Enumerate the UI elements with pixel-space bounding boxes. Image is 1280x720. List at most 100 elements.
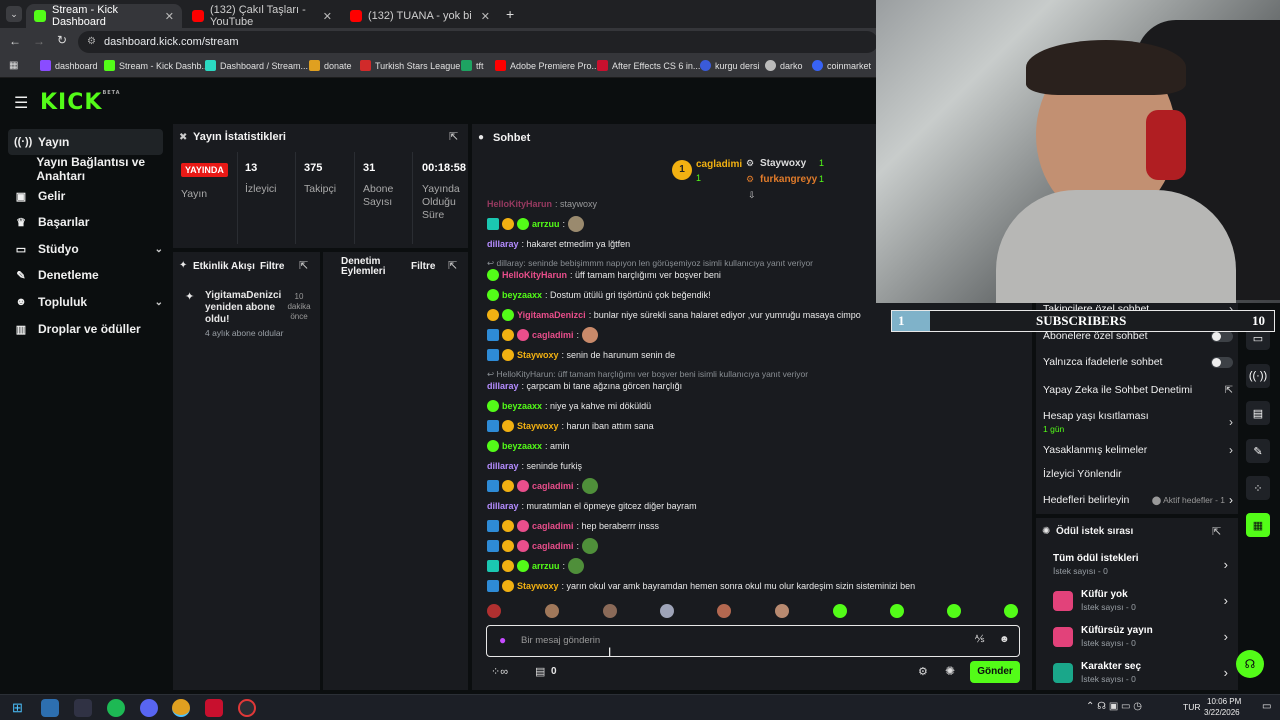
emote-icon[interactable] [660, 604, 674, 618]
forward-icon[interactable]: → [33, 34, 45, 48]
app-icon[interactable] [74, 699, 92, 717]
wrench-icon[interactable]: ✎ [1246, 439, 1270, 463]
tab-kick-dashboard[interactable]: Stream - Kick Dashboard ✕ [26, 4, 182, 28]
back-icon[interactable]: ← [9, 34, 21, 48]
translate-icon[interactable]: ⅍ [975, 634, 984, 645]
close-icon[interactable]: ✕ [165, 10, 174, 23]
chat-username[interactable]: HelloKityHarun [502, 270, 567, 280]
bookmark[interactable]: coinmarket [812, 60, 871, 71]
chat-username[interactable]: cagladimi [532, 481, 574, 491]
sidebar-item-studio[interactable]: ▭ Stüdyo ⌄ [8, 236, 163, 262]
top-gifter-name[interactable]: furkangreyy [760, 174, 817, 185]
chat-username[interactable]: dillaray [487, 501, 519, 511]
chrome-icon[interactable] [172, 699, 190, 717]
reward-item[interactable]: Küfürsüz yayın İstek sayısı - 0 › [1053, 625, 1228, 648]
bookmark[interactable]: Turkish Stars League... [360, 60, 468, 71]
bookmark[interactable]: kurgu dersi [700, 60, 760, 71]
sidebar-item-stream-key[interactable]: Yayın Bağlantısı ve Anahtarı [8, 155, 178, 183]
bookmark[interactable]: Adobe Premiere Pro... [495, 60, 599, 71]
filter-button[interactable]: Filtre [411, 261, 435, 272]
support-icon[interactable]: ☊ [1236, 650, 1264, 678]
clip-icon[interactable]: ▦ [1246, 513, 1270, 537]
bookmark[interactable]: tft [461, 60, 484, 71]
chat-username[interactable]: beyzaaxx [502, 401, 542, 411]
discord-icon[interactable] [140, 699, 158, 717]
bookmark[interactable]: donate [309, 60, 352, 71]
broadcast-icon[interactable]: ((·)) [1246, 364, 1270, 388]
reward-item-all[interactable]: Tüm ödül istekleri İstek sayısı - 0 › [1053, 553, 1228, 576]
emote-icon[interactable] [775, 604, 789, 618]
chat-username[interactable]: dillaray [487, 461, 519, 471]
sidebar-item-drops[interactable]: ▥ Droplar ve ödüller [8, 316, 163, 342]
top-gifter-name[interactable]: Staywoxy [760, 158, 806, 169]
chat-username[interactable]: cagladimi [532, 330, 574, 340]
tray-icons[interactable]: ⌃ ☊ ▣ ▭ ◷ [1086, 701, 1142, 712]
app-icon[interactable] [41, 699, 59, 717]
emote-icon[interactable] [1004, 604, 1018, 618]
emote-only-setting[interactable]: Yalnızca ifadelerle sohbet [1043, 356, 1233, 368]
windows-start-icon[interactable]: ⊞ [12, 700, 23, 716]
popout-icon[interactable]: ⇱ [448, 259, 457, 272]
microphone-icon[interactable]: ● [499, 633, 506, 647]
top-gifter-name[interactable]: cagladimi [696, 159, 742, 170]
emote-icon[interactable] [890, 604, 904, 618]
emoji-icon[interactable]: ☻ [999, 634, 1010, 645]
kick-logo[interactable]: KICKBETA [40, 90, 121, 115]
chat-username[interactable]: Staywoxy [517, 421, 559, 431]
sidebar-item-stream[interactable]: ((·)) Yayın [8, 129, 163, 155]
menu-icon[interactable]: ☰ [14, 93, 28, 113]
chat-input[interactable]: ● Bir mesaj gönderin ⅍ ☻ [486, 625, 1020, 657]
reload-icon[interactable]: ↻ [57, 33, 67, 47]
send-button[interactable]: Gönder [970, 661, 1020, 683]
language-indicator[interactable]: TUR [1183, 702, 1200, 712]
close-icon[interactable]: ✕ [323, 10, 332, 23]
chat-username[interactable]: Staywoxy [517, 350, 559, 360]
popout-icon[interactable]: ⇱ [1212, 525, 1221, 538]
chat-username[interactable]: HelloKityHarun [487, 199, 552, 209]
community-icon[interactable]: ⁘ [1246, 476, 1270, 500]
emote-icon[interactable] [603, 604, 617, 618]
popout-icon[interactable]: ⇱ [449, 130, 458, 143]
expand-icon[interactable]: ⇩ [748, 190, 756, 201]
bookmark[interactable]: darko [765, 60, 803, 71]
chat-username[interactable]: cagladimi [532, 541, 574, 551]
apps-icon[interactable]: ▦ [9, 60, 18, 71]
spotify-icon[interactable] [107, 699, 125, 717]
emote-icon[interactable] [717, 604, 731, 618]
sidebar-item-community[interactable]: ☻ Topluluk ⌄ [8, 289, 163, 315]
tab-search-icon[interactable]: ⌄ [6, 6, 22, 22]
emote-icon[interactable] [947, 604, 961, 618]
chat-username[interactable]: arrzuu [532, 219, 560, 229]
chat-username[interactable]: beyzaaxx [502, 441, 542, 451]
chat-username[interactable]: dillaray [487, 239, 519, 249]
chat-username[interactable]: YigitamaDenizci [517, 310, 586, 320]
app-icon[interactable] [205, 699, 223, 717]
viewer-redirect-setting[interactable]: İzleyici Yönlendir [1043, 468, 1233, 480]
banned-words-setting[interactable]: Yasaklanmış kelimeler › [1043, 443, 1233, 457]
toggle[interactable] [1211, 356, 1233, 368]
gift-box-icon[interactable]: ▤ [535, 665, 545, 678]
close-icon[interactable]: ✕ [481, 10, 490, 23]
gear-icon[interactable]: ⚙ [918, 665, 928, 678]
obs-icon[interactable] [238, 699, 256, 717]
chat-username[interactable]: beyzaaxx [502, 290, 542, 300]
tab-youtube-2[interactable]: (132) TUANA - yok bi çare ( ✕ [342, 4, 498, 28]
reward-item[interactable]: Küfür yok İstek sayısı - 0 › [1053, 589, 1228, 612]
sidebar-item-income[interactable]: ▣ Gelir [8, 183, 163, 209]
emote-icon[interactable] [545, 604, 559, 618]
popout-icon[interactable]: ⇱ [299, 259, 308, 272]
toggle[interactable] [1211, 330, 1233, 342]
sidebar-item-moderation[interactable]: ✎ Denetleme [8, 262, 163, 288]
bookmark[interactable]: After Effects CS 6 in... [597, 60, 700, 71]
chat-username[interactable]: cagladimi [532, 521, 574, 531]
filter-button[interactable]: Filtre [260, 261, 284, 272]
chat-username[interactable]: Staywoxy [517, 581, 559, 591]
bookmark[interactable]: Dashboard / Stream... [205, 60, 308, 71]
new-tab-button[interactable]: + [506, 6, 514, 22]
hype-icon[interactable]: ✺ [945, 664, 955, 678]
stack-icon[interactable]: ▤ [1246, 401, 1270, 425]
notification-icon[interactable]: ▭ [1262, 701, 1271, 712]
sidebar-item-achievements[interactable]: ♛ Başarılar [8, 209, 163, 235]
url-field[interactable]: ⚙ dashboard.kick.com/stream [78, 31, 878, 53]
bookmark[interactable]: dashboard [40, 60, 98, 71]
